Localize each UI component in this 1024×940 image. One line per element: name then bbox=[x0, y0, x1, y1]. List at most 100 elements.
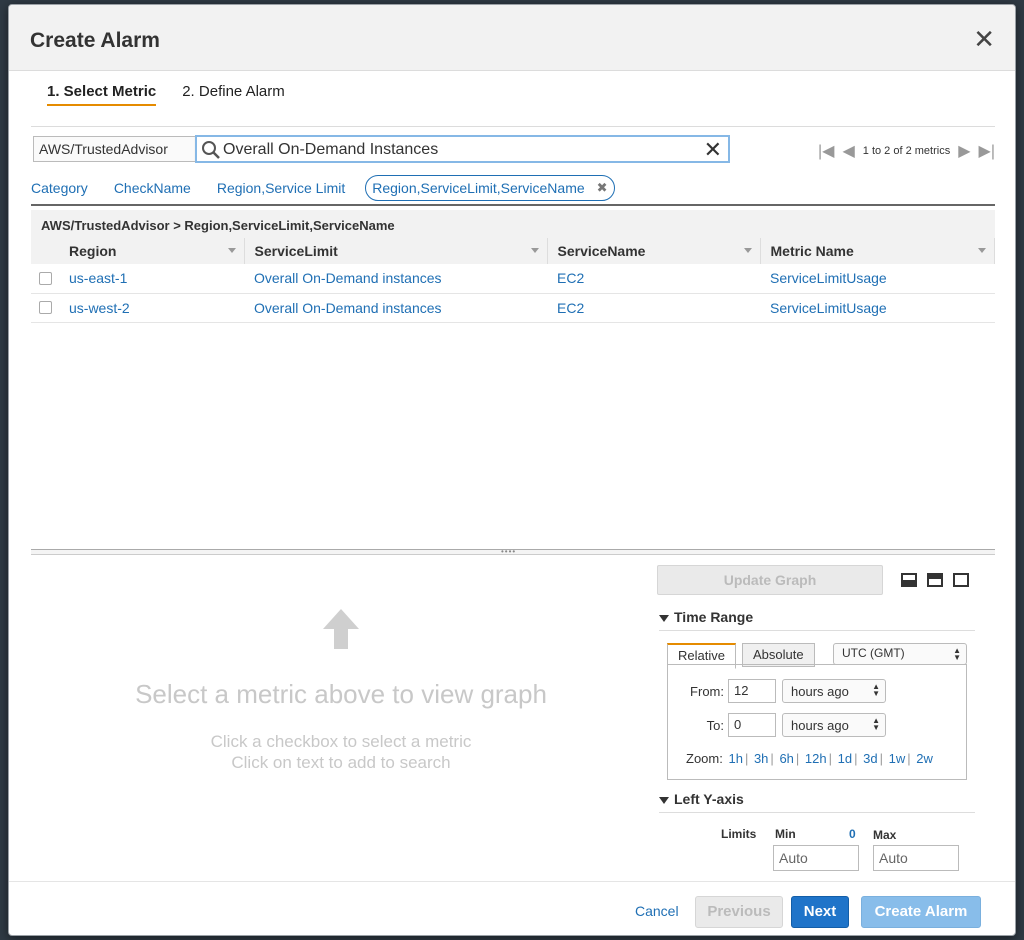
metric-filter-bar: AWS/TrustedAdvisor Overall On-Demand Ins… bbox=[31, 126, 995, 166]
table-header-row: Region ServiceLimit ServiceName Metric N… bbox=[31, 238, 995, 264]
caret-down-icon bbox=[659, 797, 669, 804]
search-value: Overall On-Demand Instances bbox=[223, 141, 439, 158]
to-row: To: 0 hours ago ▲ ▼ bbox=[668, 713, 886, 737]
relative-time-box: From: 12 hours ago ▲ ▼ To: 0 hours ago ▲ ▼… bbox=[667, 664, 967, 780]
min-label: Min bbox=[775, 827, 796, 841]
placeholder-title: Select a metric above to view graph bbox=[135, 679, 547, 709]
prev-page-icon[interactable]: ◀ bbox=[842, 141, 854, 161]
crumb-region-service-limit[interactable]: Region,Service Limit bbox=[217, 180, 345, 196]
crumb-active-filter[interactable]: Region,ServiceLimit,ServiceName ✖ bbox=[365, 175, 615, 201]
sort-icon[interactable] bbox=[743, 248, 752, 253]
close-icon[interactable]: ✕ bbox=[973, 26, 995, 52]
table-caption: AWS/TrustedAdvisor > Region,ServiceLimit… bbox=[31, 210, 995, 238]
from-unit-select[interactable]: hours ago ▲ ▼ bbox=[782, 679, 886, 703]
graph-options-panel: Update Graph Time Range Relative Absolut… bbox=[655, 561, 985, 881]
update-graph-button[interactable]: Update Graph bbox=[657, 565, 883, 595]
max-input[interactable]: Auto bbox=[873, 845, 959, 871]
pager-text: 1 to 2 of 2 metrics bbox=[862, 145, 951, 157]
step-define-alarm[interactable]: 2. Define Alarm bbox=[182, 83, 285, 106]
column-header-servicelimit[interactable]: ServiceLimit bbox=[244, 238, 548, 264]
namespace-value: AWS/TrustedAdvisor bbox=[39, 141, 168, 157]
graph-placeholder: Select a metric above to view graph Clic… bbox=[31, 561, 651, 861]
crumb-category[interactable]: Category bbox=[31, 180, 88, 196]
cell-servicename[interactable]: EC2 bbox=[547, 264, 760, 294]
cell-servicelimit[interactable]: Overall On-Demand instances bbox=[244, 264, 547, 294]
max-label: Max bbox=[873, 828, 897, 842]
last-page-icon[interactable]: ▶| bbox=[979, 141, 995, 161]
from-label: From: bbox=[690, 683, 724, 699]
dialog-title: Create Alarm bbox=[30, 29, 160, 52]
placeholder-hint: Click a checkbox to select a metric Clic… bbox=[31, 731, 651, 773]
spinner-icon: ▲ ▼ bbox=[872, 716, 880, 732]
dimension-breadcrumb: Category CheckName Region,Service Limit … bbox=[31, 172, 995, 204]
divider bbox=[31, 204, 995, 206]
min-input[interactable]: Auto bbox=[773, 845, 859, 871]
column-header-metric-name[interactable]: Metric Name bbox=[760, 238, 995, 264]
layout-full-icon[interactable] bbox=[953, 573, 969, 587]
table-row: us-east-1 Overall On-Demand instances EC… bbox=[31, 264, 995, 294]
layout-bottom-icon[interactable] bbox=[901, 573, 917, 587]
create-alarm-button[interactable]: Create Alarm bbox=[861, 896, 981, 928]
remove-filter-icon[interactable]: ✖ bbox=[597, 180, 608, 196]
placeholder-hint-line: Click a checkbox to select a metric bbox=[210, 732, 472, 751]
spinner-icon: ▲ ▼ bbox=[953, 646, 961, 662]
zoom-12h[interactable]: 12h bbox=[805, 751, 827, 766]
next-page-icon[interactable]: ▶ bbox=[958, 141, 970, 161]
create-alarm-dialog: Create Alarm ✕ 1. Select Metric 2. Defin… bbox=[8, 4, 1016, 936]
zoom-6h[interactable]: 6h bbox=[779, 751, 793, 766]
search-icon bbox=[202, 141, 220, 159]
time-range-header[interactable]: Time Range bbox=[659, 609, 975, 631]
pagination: |◀ ◀ 1 to 2 of 2 metrics ▶ ▶| bbox=[818, 141, 995, 161]
zoom-2w[interactable]: 2w bbox=[916, 751, 933, 766]
column-header-servicename[interactable]: ServiceName bbox=[547, 238, 761, 264]
zoom-1h[interactable]: 1h bbox=[728, 751, 742, 766]
wizard-steps: 1. Select Metric 2. Define Alarm bbox=[47, 83, 285, 106]
to-label: To: bbox=[706, 717, 724, 733]
table-row: us-west-2 Overall On-Demand instances EC… bbox=[31, 293, 995, 323]
cell-servicename[interactable]: EC2 bbox=[547, 293, 760, 323]
layout-top-icon[interactable] bbox=[927, 573, 943, 587]
arrow-up-icon bbox=[323, 609, 359, 649]
namespace-select[interactable]: AWS/TrustedAdvisor bbox=[33, 136, 220, 162]
cancel-button[interactable]: Cancel bbox=[635, 903, 679, 919]
timezone-select[interactable]: UTC (GMT) ▲ ▼ bbox=[833, 643, 967, 665]
cell-servicelimit[interactable]: Overall On-Demand instances bbox=[244, 293, 547, 323]
caret-down-icon bbox=[659, 615, 669, 622]
previous-button[interactable]: Previous bbox=[695, 896, 783, 928]
sort-icon[interactable] bbox=[530, 248, 539, 253]
spinner-icon: ▲ ▼ bbox=[872, 682, 880, 698]
zoom-3h[interactable]: 3h bbox=[754, 751, 768, 766]
metric-search-input[interactable]: Overall On-Demand Instances ✕ bbox=[195, 135, 730, 163]
cell-metric-name[interactable]: ServiceLimitUsage bbox=[760, 264, 995, 294]
clear-search-icon[interactable]: ✕ bbox=[704, 137, 722, 163]
column-header-region[interactable]: Region bbox=[59, 238, 245, 264]
zoom-1d[interactable]: 1d bbox=[838, 751, 852, 766]
row-checkbox[interactable] bbox=[39, 301, 52, 314]
first-page-icon[interactable]: |◀ bbox=[818, 141, 834, 161]
min-zero-link[interactable]: 0 bbox=[849, 827, 856, 841]
row-checkbox[interactable] bbox=[39, 271, 52, 285]
crumb-active-label: Region,ServiceLimit,ServiceName bbox=[372, 180, 585, 196]
to-unit-select[interactable]: hours ago ▲ ▼ bbox=[782, 713, 886, 737]
dialog-footer: Cancel Previous Next Create Alarm bbox=[9, 881, 1015, 935]
cell-region[interactable]: us-east-1 bbox=[59, 264, 244, 294]
select-column-header bbox=[31, 238, 59, 264]
zoom-row: Zoom: 1h | 3h | 6h | 12h | 1d | 3d | 1w | 2w bbox=[686, 751, 933, 766]
next-button[interactable]: Next bbox=[791, 896, 849, 928]
zoom-label: Zoom: bbox=[686, 751, 723, 766]
crumb-checkname[interactable]: CheckName bbox=[114, 180, 191, 196]
grip-icon[interactable]: •••• bbox=[501, 548, 516, 556]
resize-splitter[interactable]: •••• bbox=[31, 548, 995, 556]
step-select-metric[interactable]: 1. Select Metric bbox=[47, 83, 157, 106]
cell-metric-name[interactable]: ServiceLimitUsage bbox=[760, 293, 995, 323]
to-value-input[interactable]: 0 bbox=[728, 713, 776, 737]
from-row: From: 12 hours ago ▲ ▼ bbox=[668, 679, 886, 703]
layout-toggle bbox=[901, 573, 969, 587]
zoom-3d[interactable]: 3d bbox=[863, 751, 877, 766]
from-value-input[interactable]: 12 bbox=[728, 679, 776, 703]
zoom-1w[interactable]: 1w bbox=[889, 751, 906, 766]
cell-region[interactable]: us-west-2 bbox=[59, 293, 244, 323]
left-y-axis-header[interactable]: Left Y-axis bbox=[659, 791, 975, 813]
sort-icon[interactable] bbox=[227, 248, 236, 253]
sort-icon[interactable] bbox=[978, 248, 986, 253]
